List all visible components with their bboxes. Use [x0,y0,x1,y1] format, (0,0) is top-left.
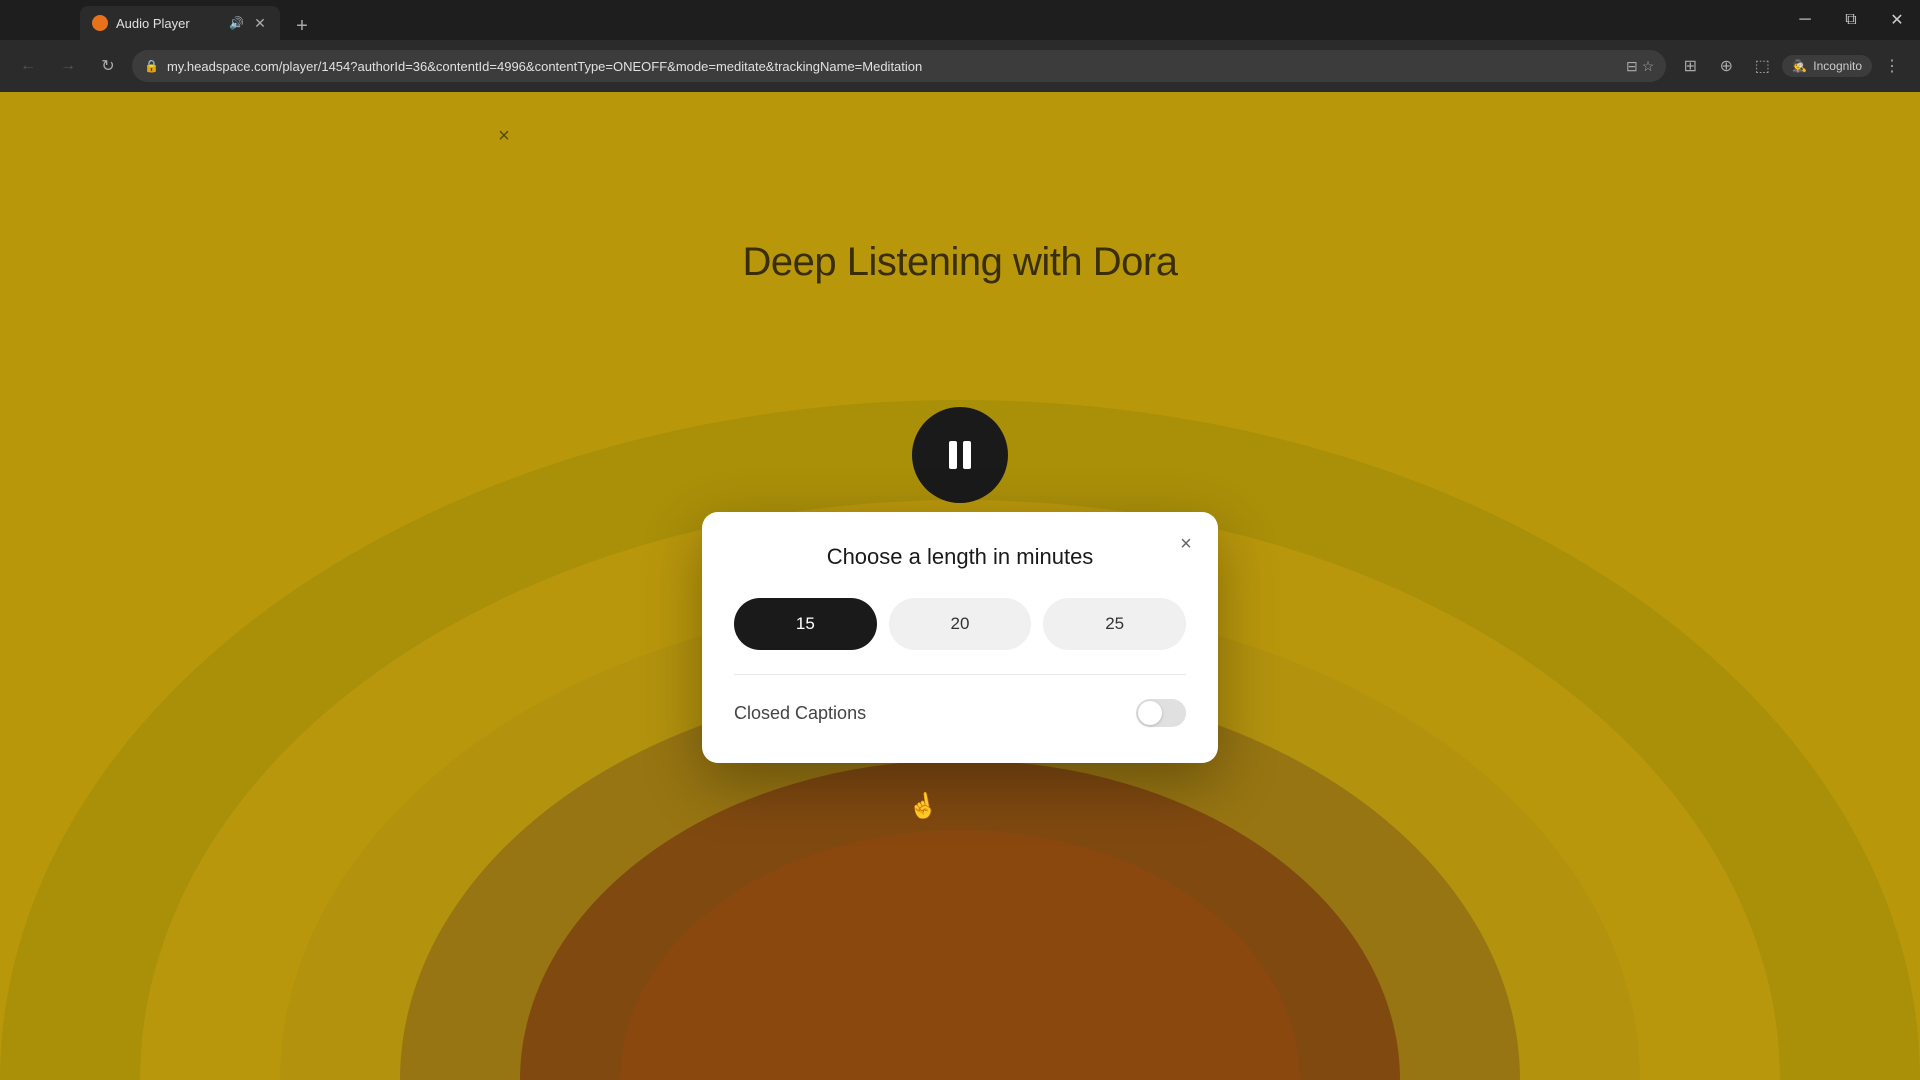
browser-actions: ⊞ ⊕ ⬚ 🕵 Incognito ⋮ [1674,50,1908,82]
modal-divider [734,674,1186,675]
forward-button[interactable]: → [52,50,84,82]
tab-audio-icon: 🔊 [229,16,244,30]
profile-button[interactable]: ⊕ [1710,50,1742,82]
url-text: my.headspace.com/player/1454?authorId=36… [167,59,1618,74]
sidebar-button[interactable]: ⬚ [1746,50,1778,82]
duration-modal: × Choose a length in minutes 15 20 25 Cl… [702,512,1218,763]
tab-favicon [92,15,108,31]
pause-button[interactable] [912,407,1008,503]
duration-15-button[interactable]: 15 [734,598,877,650]
duration-20-button[interactable]: 20 [889,598,1032,650]
tab-bar: Audio Player 🔊 ✕ + ─ ⧉ ✕ [0,0,1920,40]
address-bar[interactable]: 🔒 my.headspace.com/player/1454?authorId=… [132,50,1666,82]
tab-close-button[interactable]: ✕ [252,15,268,31]
address-actions: ⊟ ☆ [1626,58,1654,75]
track-title: Deep Listening with Dora [0,240,1920,285]
new-tab-button[interactable]: + [288,12,316,40]
refresh-button[interactable]: ↻ [92,50,124,82]
captions-label: Closed Captions [734,703,866,724]
extensions-button[interactable]: ⊞ [1674,50,1706,82]
reader-view-icon[interactable]: ⊟ [1626,58,1638,75]
nav-bar: ← → ↻ 🔒 my.headspace.com/player/1454?aut… [0,40,1920,92]
back-button[interactable]: ← [12,50,44,82]
tab-title: Audio Player [116,16,221,31]
duration-options: 15 20 25 [734,598,1186,650]
active-tab[interactable]: Audio Player 🔊 ✕ [80,6,280,40]
maximize-button[interactable]: ⧉ [1828,0,1874,40]
page-content: × Deep Listening with Dora × Choose a le… [0,92,1920,1080]
minimize-button[interactable]: ─ [1782,0,1828,40]
modal-title: Choose a length in minutes [734,544,1186,570]
page-close-button[interactable]: × [488,120,520,152]
toggle-knob [1138,701,1162,725]
incognito-badge[interactable]: 🕵 Incognito [1782,55,1872,77]
window-controls: ─ ⧉ ✕ [1782,0,1920,40]
pause-icon [949,441,971,469]
bookmark-icon[interactable]: ☆ [1642,58,1655,75]
menu-button[interactable]: ⋮ [1876,50,1908,82]
modal-close-button[interactable]: × [1170,528,1202,560]
duration-25-button[interactable]: 25 [1043,598,1186,650]
captions-toggle[interactable] [1136,699,1186,727]
incognito-icon: 🕵 [1792,59,1807,73]
close-window-button[interactable]: ✕ [1874,0,1920,40]
incognito-label: Incognito [1813,59,1862,73]
captions-row: Closed Captions [734,699,1186,727]
lock-icon: 🔒 [144,59,159,73]
